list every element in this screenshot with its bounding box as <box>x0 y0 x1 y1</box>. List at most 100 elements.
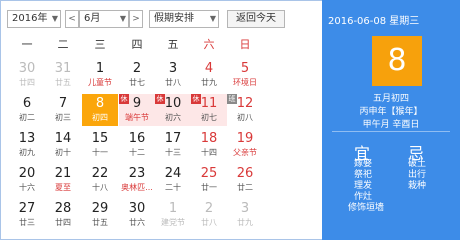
day-cell[interactable]: 休 10 初六 <box>155 94 191 126</box>
lunar-label: 初二 <box>19 113 35 122</box>
day-cell[interactable]: 30 廿六 <box>119 199 155 231</box>
day-cell[interactable]: 6 初二 <box>9 94 45 126</box>
day-number: 31 <box>54 61 72 76</box>
lunar-label: 廿七 <box>129 78 145 87</box>
day-cell[interactable]: 7 初三 <box>45 94 81 126</box>
day-cell[interactable]: 18 十四 <box>191 129 227 161</box>
day-cell[interactable]: 1 儿童节 <box>82 59 118 91</box>
lunar-label: 初十 <box>55 148 71 157</box>
lunar-year: 丙申年【猴年】 <box>359 107 423 117</box>
day-number: 2 <box>204 201 214 216</box>
day-number: 2 <box>132 61 142 76</box>
day-cell[interactable]: 休 9 端午节 <box>119 94 155 126</box>
day-cell[interactable]: 1 建党节 <box>155 199 191 231</box>
day-cell[interactable]: 16 十二 <box>119 129 155 161</box>
calendar-panel: 2016年 ▼ < 6月 ▼ > 假期安排 ▼ 返回今天 一 二 三 四 五 六 日 30 廿… <box>0 0 322 240</box>
lunar-label: 初六 <box>165 113 181 122</box>
day-number: 24 <box>164 166 182 181</box>
yi-item: 作灶 <box>354 192 373 202</box>
day-number: 20 <box>18 166 36 181</box>
day-cell[interactable]: 31 廿五 <box>45 59 81 91</box>
day-number: 21 <box>54 166 72 181</box>
day-cell[interactable]: 17 十三 <box>155 129 191 161</box>
day-cell[interactable]: 13 初九 <box>9 129 45 161</box>
day-cell[interactable]: 22 十八 <box>82 164 118 196</box>
lunar-label: 十一 <box>92 148 108 157</box>
calendar-widget: 2016年 ▼ < 6月 ▼ > 假期安排 ▼ 返回今天 一 二 三 四 五 六 日 30 廿… <box>0 0 460 240</box>
lunar-label: 环境日 <box>233 78 257 87</box>
weekday-label: 五 <box>167 38 179 51</box>
weekday-header: 一二三四五六日 <box>1 35 323 55</box>
lunar-label: 父亲节 <box>233 148 257 157</box>
day-cell[interactable]: 26 廿二 <box>227 164 263 196</box>
prev-month-button[interactable]: < <box>65 10 79 28</box>
lunar-label: 廿九 <box>237 218 253 227</box>
year-select-value: 2016年 <box>12 13 48 24</box>
lunar-label: 初四 <box>92 113 108 122</box>
day-cell[interactable]: 25 廿一 <box>191 164 227 196</box>
lunar-date: 五月初四 <box>372 94 409 104</box>
day-number: 3 <box>240 201 250 216</box>
day-cell[interactable]: 5 环境日 <box>227 59 263 91</box>
big-day-number: 8 <box>372 36 422 86</box>
day-number: 18 <box>200 131 218 146</box>
day-number: 3 <box>168 61 178 76</box>
yi-item: 嫁娶 <box>354 159 373 169</box>
day-number: 19 <box>236 131 254 146</box>
day-cell[interactable]: 15 十一 <box>82 129 118 161</box>
day-cell[interactable]: 2 廿八 <box>191 199 227 231</box>
lunar-label: 廿六 <box>129 218 145 227</box>
day-number: 6 <box>22 96 32 111</box>
day-cell[interactable]: 28 廿四 <box>45 199 81 231</box>
holiday-select-value: 假期安排 <box>154 13 194 24</box>
day-number: 1 <box>168 201 178 216</box>
day-cell[interactable]: 29 廿五 <box>82 199 118 231</box>
lunar-label: 初八 <box>237 113 253 122</box>
day-cell[interactable]: 19 父亲节 <box>227 129 263 161</box>
day-cell[interactable]: 休 11 初七 <box>191 94 227 126</box>
day-number: 22 <box>91 166 109 181</box>
ji-item: 栽种 <box>408 181 427 191</box>
lunar-label: 廿五 <box>55 78 71 87</box>
next-month-button[interactable]: > <box>129 10 143 28</box>
day-cell-selected[interactable]: 8 初四 <box>82 94 118 126</box>
yi-item: 祭祀 <box>354 170 373 180</box>
day-cell[interactable]: 2 廿七 <box>119 59 155 91</box>
day-number: 1 <box>95 61 105 76</box>
day-number: 29 <box>91 201 109 216</box>
holiday-select[interactable]: 假期安排 ▼ <box>149 10 219 28</box>
back-to-today-button[interactable]: 返回今天 <box>227 10 285 28</box>
lunar-label: 廿四 <box>19 78 35 87</box>
weekday-label: 二 <box>57 38 69 51</box>
day-cell[interactable]: 3 廿九 <box>227 199 263 231</box>
weekday-label: 日 <box>239 38 251 51</box>
day-number: 7 <box>58 96 68 111</box>
day-cell[interactable]: 班 12 初八 <box>227 94 263 126</box>
day-cell[interactable]: 20 十六 <box>9 164 45 196</box>
day-number: 15 <box>91 131 109 146</box>
day-number: 8 <box>95 96 105 111</box>
ji-item: 破土 <box>408 159 427 169</box>
lunar-ganzhi: 甲午月 辛酉日 <box>362 120 420 130</box>
day-detail-panel: 2016-06-08 星期三 8 五月初四 丙申年【猴年】 甲午月 辛酉日 宜 … <box>322 0 460 240</box>
holiday-badge: 休 <box>191 94 201 104</box>
day-cell[interactable]: 4 廿九 <box>191 59 227 91</box>
lunar-label: 廿九 <box>201 78 217 87</box>
day-cell[interactable]: 30 廿四 <box>9 59 45 91</box>
day-cell[interactable]: 21 夏至 <box>45 164 81 196</box>
day-number: 16 <box>128 131 146 146</box>
lunar-label: 初九 <box>19 148 35 157</box>
day-cell[interactable]: 3 廿八 <box>155 59 191 91</box>
lunar-label: 夏至 <box>55 183 71 192</box>
day-number: 13 <box>18 131 36 146</box>
day-cell[interactable]: 23 奥林匹... <box>119 164 155 196</box>
day-number: 28 <box>54 201 72 216</box>
month-select[interactable]: 6月 ▼ <box>79 10 129 28</box>
day-cell[interactable]: 24 二十 <box>155 164 191 196</box>
day-number: 26 <box>236 166 254 181</box>
day-cell[interactable]: 14 初十 <box>45 129 81 161</box>
day-number: 17 <box>164 131 182 146</box>
day-cell[interactable]: 27 廿三 <box>9 199 45 231</box>
workday-badge: 班 <box>227 94 237 104</box>
year-select[interactable]: 2016年 ▼ <box>7 10 61 28</box>
